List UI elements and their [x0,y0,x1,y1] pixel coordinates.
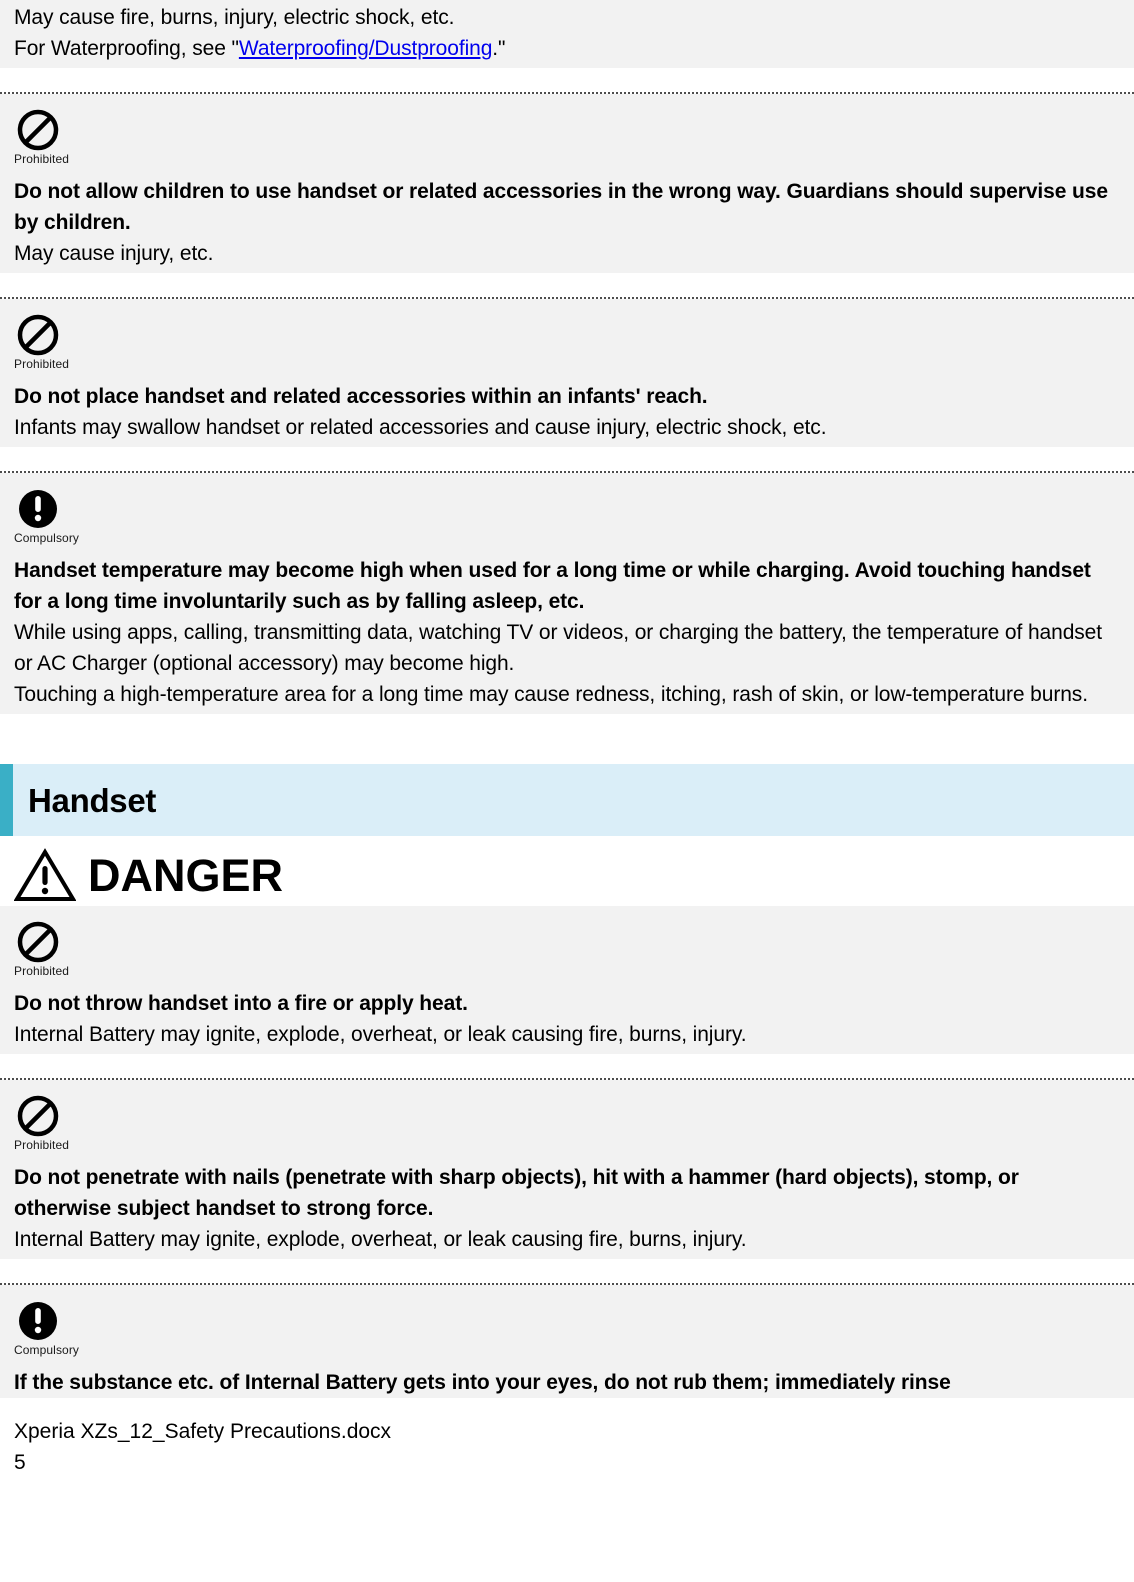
prohibited-icon [17,109,59,151]
icon-badge-wrap: Compulsory [14,473,1120,555]
icon-caption: Prohibited [14,357,70,371]
warning-triangle-icon [14,848,76,901]
icon-badge-wrap: Prohibited [14,94,1120,176]
compulsory-icon-badge: Compulsory [14,487,80,545]
page-footer: Xperia XZs_12_Safety Precautions.docx 5 [0,1398,1134,1478]
intro-line-2-prefix: For Waterproofing, see " [14,37,239,60]
document-page: May cause fire, burns, injury, electric … [0,0,1134,1478]
prohibited-icon-badge: Prohibited [14,108,70,166]
icon-caption: Compulsory [14,531,80,545]
prohibited-icon-badge: Prohibited [14,313,70,371]
compulsory-icon [19,1302,57,1340]
prohibited-icon [17,314,59,356]
icon-badge-wrap: Prohibited [14,1080,1120,1162]
compulsory-icon-badge: Compulsory [14,1299,80,1357]
icon-caption: Compulsory [14,1343,80,1357]
waterproofing-dustproofing-link[interactable]: Waterproofing/Dustproofing [239,37,493,60]
warning-body-line: May cause injury, etc. [14,242,214,265]
warning-heading: Do not allow children to use handset or … [14,180,1108,234]
content-block-warning: Compulsory Handset temperature may becom… [0,473,1134,714]
spacer [0,68,1134,92]
content-block-danger: Compulsory If the substance etc. of Inte… [0,1285,1134,1398]
spacer [0,447,1134,471]
icon-badge-wrap: Compulsory [14,1285,1120,1367]
section-title: Handset [28,781,157,819]
danger-heading-text: Do not penetrate with nails (penetrate w… [14,1166,1019,1220]
danger-label: DANGER [88,849,284,901]
content-block-warning: Prohibited Do not allow children to use … [0,94,1134,273]
icon-badge-wrap: Prohibited [14,299,1120,381]
section-header-handset: Handset [0,764,1134,836]
spacer [0,1054,1134,1078]
warning-body-line: While using apps, calling, transmitting … [14,621,1102,675]
warning-body-line: Infants may swallow handset or related a… [14,416,827,439]
compulsory-icon [19,490,57,528]
section-accent-bar [0,764,13,836]
content-block-danger: Prohibited Do not penetrate with nails (… [0,1080,1134,1259]
icon-caption: Prohibited [14,1138,70,1152]
prohibited-icon-badge: Prohibited [14,1094,70,1152]
warning-heading: Do not place handset and related accesso… [14,385,708,408]
content-block-warning: Prohibited Do not place handset and rela… [0,299,1134,447]
prohibited-icon [17,1095,59,1137]
icon-badge-wrap: Prohibited [14,906,1120,988]
danger-heading-text: If the substance etc. of Internal Batter… [14,1371,951,1394]
intro-line-1: May cause fire, burns, injury, electric … [14,6,455,29]
warning-body-line: Touching a high-temperature area for a l… [14,683,1088,706]
spacer [0,714,1134,764]
footer-filename: Xperia XZs_12_Safety Precautions.docx [14,1420,392,1443]
content-block-danger: Prohibited Do not throw handset into a f… [0,906,1134,1054]
content-block-intro: May cause fire, burns, injury, electric … [0,0,1134,68]
intro-line-2-suffix: ." [492,37,506,60]
spacer [0,273,1134,297]
spacer [0,1259,1134,1283]
danger-heading: DANGER [0,836,1134,906]
prohibited-icon [17,921,59,963]
danger-body-line: Internal Battery may ignite, explode, ov… [14,1023,747,1046]
icon-caption: Prohibited [14,152,70,166]
icon-caption: Prohibited [14,964,70,978]
danger-body-line: Internal Battery may ignite, explode, ov… [14,1228,747,1251]
intro-line-2: For Waterproofing, see "Waterproofing/Du… [14,33,1120,64]
prohibited-icon-badge: Prohibited [14,920,70,978]
danger-heading-text: Do not throw handset into a fire or appl… [14,992,468,1015]
footer-page-number: 5 [14,1451,26,1474]
warning-heading: Handset temperature may become high when… [14,559,1091,613]
